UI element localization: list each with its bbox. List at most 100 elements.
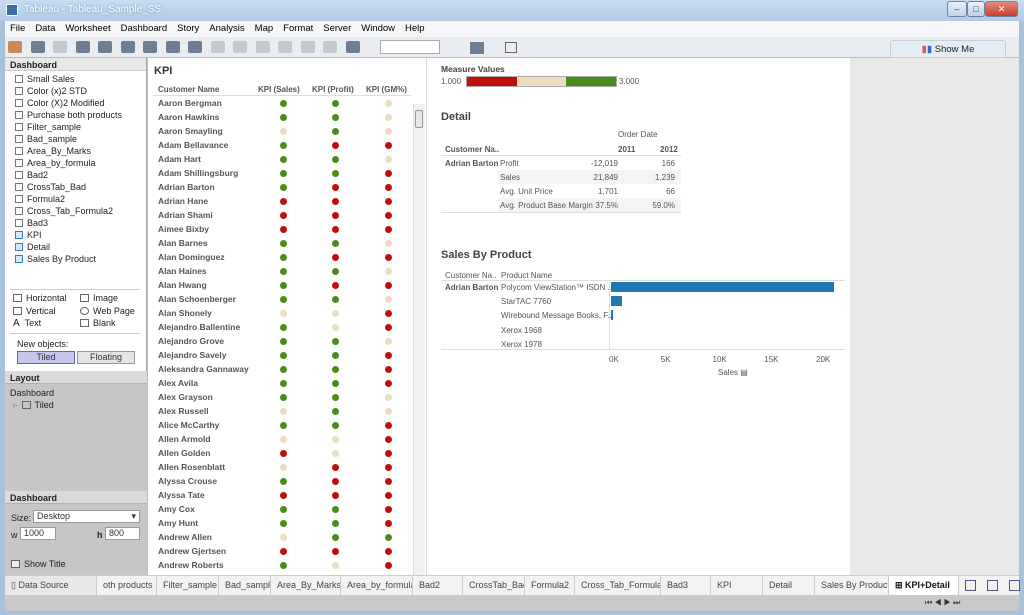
save-icon[interactable] [75,41,90,53]
sheet-item[interactable]: Bad3 [5,217,146,229]
kpi-dot[interactable] [385,478,392,485]
sheet-item[interactable]: KPI [5,229,146,241]
tab-formula2[interactable]: Formula2 [525,576,575,596]
menu-data[interactable]: Data [30,21,60,36]
fit-dropdown[interactable] [380,40,440,54]
sales-bar[interactable] [611,282,834,292]
width-input[interactable]: 1000 [20,527,56,540]
kpi-dot[interactable] [332,548,339,555]
kpi-dot[interactable] [332,408,339,415]
kpi-dot[interactable] [280,478,287,485]
kpi-dot[interactable] [332,534,339,541]
kpi-dot[interactable] [332,394,339,401]
kpi-dot[interactable] [332,422,339,429]
swap-icon[interactable] [233,41,248,53]
menu-map[interactable]: Map [250,21,278,36]
object-text[interactable]: A Text [13,318,41,329]
tab-bad2[interactable]: Bad2 [413,576,463,596]
sales-bar[interactable] [611,296,623,307]
sheet-item[interactable]: CrossTab_Bad [5,181,146,193]
kpi-dot[interactable] [280,548,287,555]
object-blank[interactable]: Blank [80,318,116,328]
kpi-dot[interactable] [332,506,339,513]
new-story-tab-icon[interactable] [1009,580,1020,591]
sheet-item[interactable]: Sales By Product [5,253,146,265]
tab-area-by-marks[interactable]: Area_By_Marks [271,576,341,596]
sheet-item[interactable]: Formula2 [5,193,146,205]
menu-help[interactable]: Help [400,21,430,36]
sort-asc-icon[interactable] [255,41,270,53]
sheet-item[interactable]: Area_By_Marks [5,145,146,157]
kpi-dot[interactable] [332,492,339,499]
presentation-icon[interactable] [505,42,517,53]
menu-analysis[interactable]: Analysis [204,21,249,36]
layout-tiled-node[interactable]: ▹ Tiled [13,400,54,411]
kpi-dot[interactable] [385,394,392,401]
floating-button[interactable]: Floating [77,351,135,364]
kpi-dot[interactable] [385,408,392,415]
menu-server[interactable]: Server [318,21,356,36]
highlight-icon[interactable] [300,41,315,53]
show-title-checkbox[interactable]: Show Title [11,559,66,569]
kpi-dot[interactable] [280,408,287,415]
kpi-dot[interactable] [280,450,287,457]
object-image[interactable]: Image [80,293,118,303]
kpi-dot[interactable] [280,464,287,471]
kpi-dot[interactable] [332,450,339,457]
kpi-dot[interactable] [385,520,392,527]
height-input[interactable]: 800 [105,527,140,540]
tiled-button[interactable]: Tiled [17,351,75,364]
kpi-dot[interactable] [332,436,339,443]
new-dashboard-tab-icon[interactable] [987,580,998,591]
sort-desc-icon[interactable] [278,41,293,53]
object-horizontal[interactable]: Horizontal [13,293,67,303]
kpi-dot[interactable] [332,520,339,527]
kpi-dot[interactable] [385,450,392,457]
tab-kpi[interactable]: KPI [711,576,763,596]
kpi-dot[interactable] [385,464,392,471]
kpi-dot[interactable] [332,562,339,569]
kpi-dot[interactable] [280,394,287,401]
kpi-dot[interactable] [332,478,339,485]
tab-cross-tab-formula2[interactable]: Cross_Tab_Formula2 [575,576,661,596]
tab-crosstab-bad[interactable]: CrossTab_Bad [463,576,525,596]
kpi-dot[interactable] [332,464,339,471]
kpi-dot[interactable] [280,562,287,569]
kpi-dot[interactable] [280,492,287,499]
layout-root[interactable]: Dashboard [10,388,54,398]
sort-icon[interactable]: ▤ [740,368,748,377]
sheet-item[interactable]: Bad_sample [5,133,146,145]
duplicate-sheet-icon[interactable] [143,41,158,53]
sheet-item[interactable]: Color (x)2 STD [5,85,146,97]
show-me-button[interactable]: ▮▮ Show Me [890,40,1006,58]
sheet-item[interactable]: Detail [5,241,146,253]
tableau-logo-icon[interactable] [8,41,22,53]
kpi-dot[interactable] [385,422,392,429]
menu-story[interactable]: Story [172,21,204,36]
new-data-source-icon[interactable] [98,41,113,53]
tab-sales-by-product[interactable]: Sales By Product [815,576,889,596]
maximize-button[interactable]: □ [967,1,985,17]
sheet-item[interactable]: Purchase both products [5,109,146,121]
sheet-item[interactable]: Bad2 [5,169,146,181]
pause-updates-icon[interactable] [188,41,203,53]
labels-icon[interactable] [323,41,338,53]
menu-worksheet[interactable]: Worksheet [60,21,115,36]
tab-nav-icons[interactable]: ⏮ ◀ ▶ ⏭ [925,598,960,608]
tab-bad-sample[interactable]: Bad_sample [219,576,271,596]
tab-area-by-formula[interactable]: Area_by_formula [341,576,413,596]
tab-filter-sample[interactable]: Filter_sample [157,576,219,596]
kpi-dot[interactable] [385,534,392,541]
menu-file[interactable]: File [5,21,30,36]
menu-window[interactable]: Window [356,21,400,36]
kpi-dot[interactable] [385,506,392,513]
sheet-item[interactable]: Small Sales [5,73,146,85]
sheet-item[interactable]: Color (X)2 Modified [5,97,146,109]
clear-sheet-icon[interactable] [165,41,180,53]
kpi-dot[interactable] [280,436,287,443]
tab-oth-products[interactable]: oth products [97,576,157,596]
kpi-dot[interactable] [385,436,392,443]
forward-icon[interactable] [53,41,68,53]
sheet-item[interactable]: Cross_Tab_Formula2 [5,205,146,217]
tab-kpi-detail[interactable]: ⊞ KPI+Detail [889,576,959,596]
